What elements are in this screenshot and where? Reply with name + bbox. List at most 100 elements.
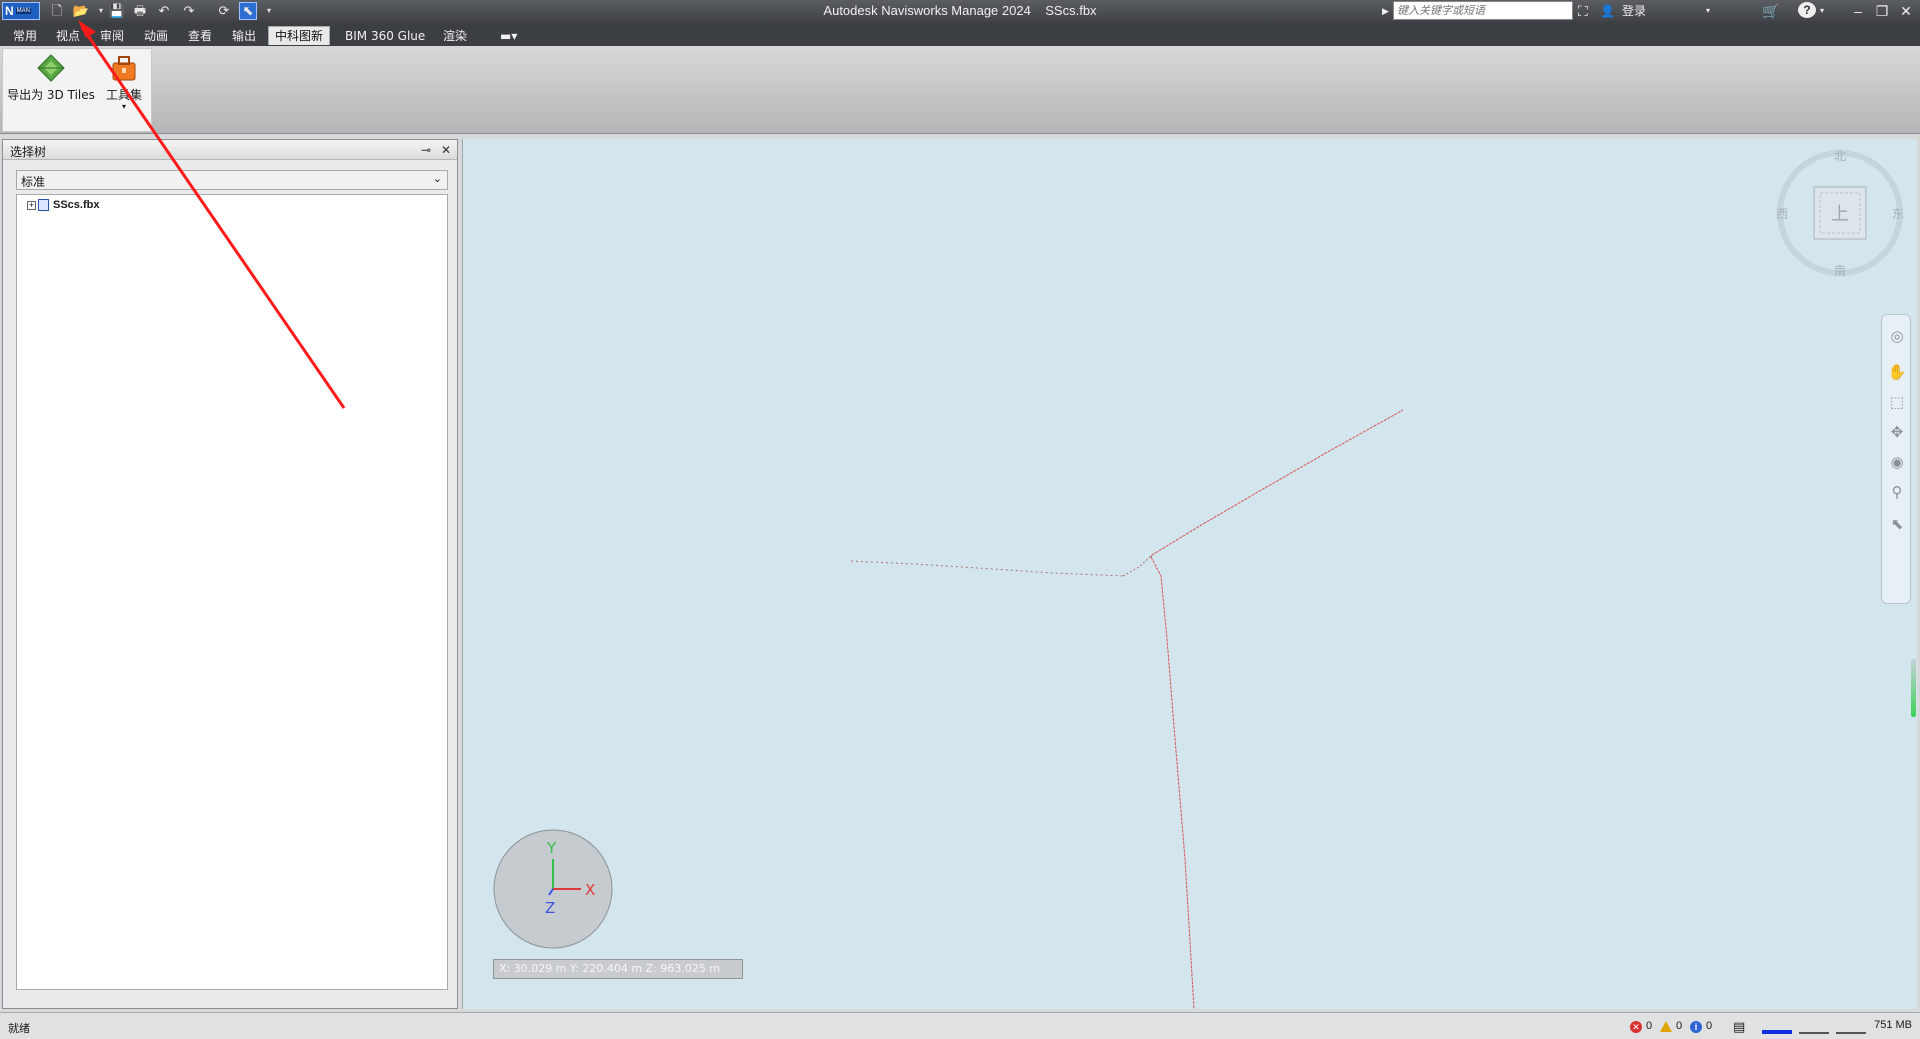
help-icon[interactable]: ? — [1798, 2, 1816, 18]
panel-close-icon[interactable]: ✕ — [438, 142, 454, 158]
warning-count[interactable]: 0 — [1660, 1019, 1682, 1034]
toolbox-icon — [112, 56, 136, 81]
tab-bim360-glue[interactable]: BIM 360 Glue — [339, 27, 431, 46]
navisworks-window: N MAN 🗋 📂 ▾ 💾 🖶 ↶ ↷ ⟳ ⬉ ▾ Autodesk Navis… — [0, 0, 1920, 1039]
tab-output[interactable]: 输出 — [226, 27, 262, 46]
progress-cpu-icon[interactable] — [1762, 1019, 1792, 1034]
print-icon[interactable]: 🖶 — [131, 2, 149, 20]
tree-mode-value: 标准 — [21, 175, 46, 189]
viewcube-east: 东 — [1892, 207, 1904, 221]
axis-gizmo: Y X Z — [493, 829, 613, 949]
tab-home[interactable]: 常用 — [7, 27, 43, 46]
panel-header: 选择树 ⊸ ✕ — [3, 140, 457, 160]
viewcube-south: 南 — [1834, 263, 1846, 277]
tab-review[interactable]: 审阅 — [94, 27, 130, 46]
app-logo-edition: MAN — [15, 8, 32, 14]
tree-node-root[interactable]: + SScs.fbx — [27, 198, 99, 212]
viewcube-north: 北 — [1834, 149, 1846, 163]
model-line-upper-right — [1151, 409, 1404, 556]
file-icon — [38, 199, 49, 211]
navigation-bar: ◎ ✋ ⬚ ✥ ◉ ⚲ ⬉ — [1881, 314, 1911, 604]
viewcube[interactable]: 上 北 南 东 西 — [1776, 149, 1904, 277]
sheet-browser-icon[interactable]: ▤ — [1733, 1019, 1745, 1034]
model-line-down — [1150, 556, 1195, 1009]
redo-icon[interactable]: ↷ — [180, 2, 198, 20]
pan-hand-icon[interactable]: ✋ — [1887, 363, 1907, 383]
model-line-joint — [1122, 554, 1153, 577]
close-icon[interactable]: ✕ — [1894, 0, 1918, 22]
app-logo-letter: N — [5, 4, 14, 18]
viewcube-west: 西 — [1776, 207, 1788, 221]
status-text: 就绪 — [8, 1022, 30, 1035]
customize-qa-icon[interactable]: ▾ — [260, 2, 278, 20]
walk-icon[interactable]: ⚲ — [1887, 483, 1907, 503]
login-link[interactable]: 登录 — [1622, 2, 1646, 20]
tab-view[interactable]: 查看 — [182, 27, 218, 46]
panel-title: 选择树 — [10, 145, 47, 159]
select-cursor-icon[interactable]: ⬉ — [239, 2, 257, 20]
tab-render[interactable]: 渲染 — [437, 27, 473, 46]
save-icon[interactable]: 💾 — [108, 2, 126, 20]
model-line-left — [850, 560, 1124, 577]
toolbox-dropdown-icon[interactable]: ▾ — [99, 103, 149, 111]
error-count-value: 0 — [1646, 1020, 1653, 1032]
select-icon[interactable]: ⬉ — [1887, 515, 1907, 535]
orbit-icon[interactable]: ✥ — [1887, 423, 1907, 443]
warning-count-value: 0 — [1676, 1020, 1683, 1032]
coordinate-readout: X: 30.029 m Y: 220.404 m Z: 963.025 m — [493, 959, 743, 979]
export-3dtiles-label: 导出为 3D Tiles — [7, 88, 95, 102]
tree-view[interactable]: + SScs.fbx — [16, 194, 448, 990]
cart-icon[interactable]: 🛒 — [1762, 2, 1779, 20]
tree-mode-dropdown[interactable]: 标准 ⌄ — [16, 170, 448, 190]
error-count[interactable]: ✕ 0 — [1630, 1019, 1652, 1034]
export-3dtiles-icon — [37, 54, 65, 82]
selection-tree-panel: 选择树 ⊸ ✕ 标准 ⌄ + SScs.fbx — [2, 139, 458, 1009]
undo-icon[interactable]: ↶ — [155, 2, 173, 20]
tab-viewpoint[interactable]: 视点 — [50, 27, 86, 46]
memory-usage: 751 MB — [1874, 1019, 1912, 1031]
title-bar: N MAN 🗋 📂 ▾ 💾 🖶 ↶ ↷ ⟳ ⬉ ▾ Autodesk Navis… — [0, 0, 1920, 22]
tab-zkstxin[interactable]: 中科图新 — [268, 26, 331, 45]
axis-z-label: Z — [545, 899, 555, 917]
axis-y-label: Y — [546, 839, 557, 857]
model-geometry — [850, 409, 1404, 1009]
user-icon[interactable]: 👤 — [1600, 2, 1615, 20]
status-bar: 就绪 ✕ 0 0 i 0 ▤ 751 MB — [0, 1012, 1920, 1039]
help-dropdown-icon[interactable]: ▾ — [1820, 2, 1824, 20]
warning-icon — [1660, 1021, 1672, 1032]
restore-icon[interactable]: ❐ — [1870, 0, 1894, 22]
progress-disk-icon[interactable] — [1799, 1019, 1829, 1034]
panel-visibility-icon[interactable]: ▬▾ — [494, 27, 523, 46]
progress-web-icon[interactable] — [1836, 1019, 1866, 1034]
zoom-window-icon[interactable]: ⬚ — [1887, 393, 1907, 413]
look-icon[interactable]: ◉ — [1887, 453, 1907, 473]
search-input[interactable] — [1393, 1, 1573, 20]
search-expand-icon[interactable]: ▶ — [1382, 2, 1389, 20]
info-count-value: 0 — [1706, 1020, 1713, 1032]
ribbon-panel: 导出为 3D Tiles 工具集 ▾ — [0, 46, 1920, 134]
new-file-icon[interactable]: 🗋 — [48, 2, 66, 20]
ribbon-group: 导出为 3D Tiles 工具集 ▾ — [2, 48, 152, 132]
refresh-icon[interactable]: ⟳ — [215, 2, 233, 20]
login-dropdown-icon[interactable]: ▾ — [1706, 2, 1710, 20]
open-file-icon[interactable]: 📂 — [72, 2, 90, 20]
error-icon: ✕ — [1630, 1020, 1642, 1033]
export-3dtiles-button[interactable]: 导出为 3D Tiles — [7, 53, 95, 103]
3d-viewport[interactable]: 上 北 南 东 西 ◎ ✋ ⬚ ✥ ◉ ⚲ ⬉ Y X Z X: 30.029 … — [462, 139, 1917, 1009]
tab-animation[interactable]: 动画 — [138, 27, 174, 46]
viewport-scroll-handle[interactable] — [1911, 659, 1916, 717]
expand-icon[interactable]: + — [27, 200, 36, 210]
toolbox-button[interactable]: 工具集 ▾ — [99, 53, 149, 111]
pin-icon[interactable]: ⊸ — [418, 142, 434, 158]
toolbox-label: 工具集 — [105, 88, 142, 102]
steering-wheel-icon[interactable]: ◎ — [1887, 327, 1907, 347]
info-icon: i — [1690, 1020, 1702, 1033]
minimize-icon[interactable]: – — [1846, 0, 1870, 22]
app-logo[interactable]: N MAN — [2, 2, 40, 20]
viewcube-face-top: 上 — [1831, 204, 1849, 225]
chevron-down-icon: ⌄ — [432, 172, 442, 185]
binoculars-icon[interactable]: ⛶ — [1578, 2, 1588, 20]
axis-x-label: X — [585, 881, 595, 899]
info-count[interactable]: i 0 — [1690, 1019, 1712, 1034]
tree-node-label: SScs.fbx — [53, 199, 100, 211]
